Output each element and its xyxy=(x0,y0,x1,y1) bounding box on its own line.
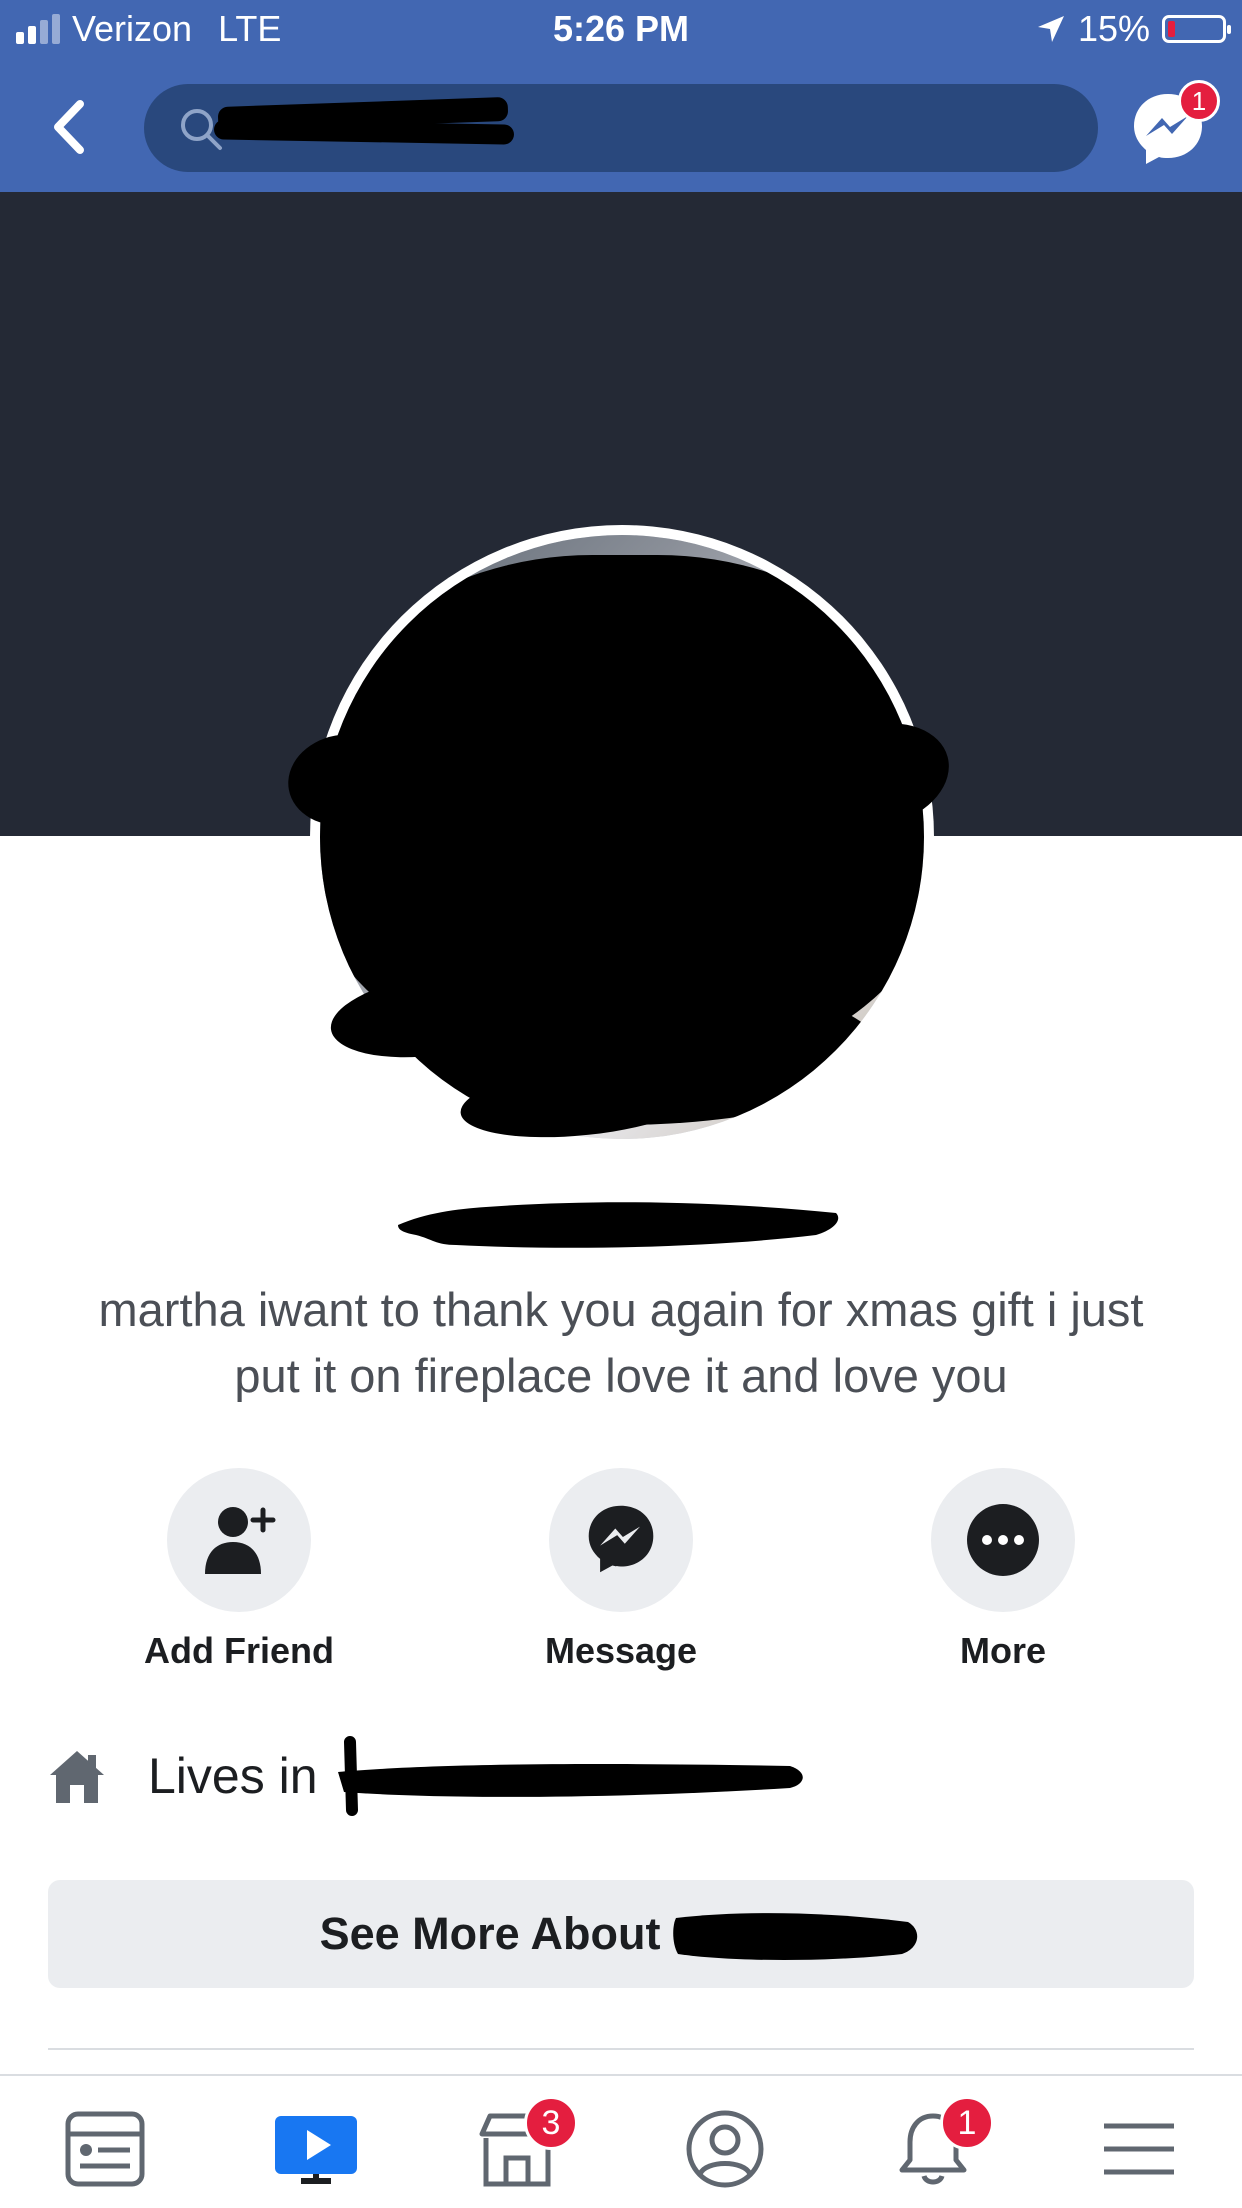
notifications-tab[interactable]: 1 xyxy=(888,2096,994,2194)
menu-icon[interactable] xyxy=(1094,2104,1184,2194)
home-icon xyxy=(50,1751,104,1803)
battery-icon xyxy=(1162,15,1231,43)
see-more-name-redaction xyxy=(673,1913,918,1960)
add-friend-circle[interactable] xyxy=(167,1468,311,1612)
bottom-tab-bar: 3 1 xyxy=(0,2074,1242,2208)
search-input[interactable] xyxy=(144,84,1098,172)
more-icon xyxy=(967,1504,1039,1576)
lives-in-row[interactable]: Lives in xyxy=(48,1736,810,1816)
location-arrow-icon xyxy=(1037,16,1064,42)
location-redaction xyxy=(337,1736,803,1816)
lives-in-label: Lives in xyxy=(148,1748,318,1804)
chevron-left-icon[interactable] xyxy=(40,92,100,162)
messenger-badge: 1 xyxy=(1178,80,1220,122)
status-bar: Verizon LTE 5:26 PM 15% xyxy=(0,0,1242,62)
status-right: 15% xyxy=(1036,8,1231,50)
section-divider xyxy=(48,2048,1194,2050)
watch-icon[interactable] xyxy=(266,2104,366,2194)
messenger-button[interactable]: 1 xyxy=(1128,80,1220,170)
message-circle[interactable] xyxy=(549,1468,693,1612)
battery-percent: 15% xyxy=(1077,8,1150,49)
more-button[interactable]: More xyxy=(873,1468,1133,1672)
more-label: More xyxy=(959,1630,1046,1671)
marketplace-tab[interactable]: 3 xyxy=(472,2096,578,2194)
profile-picture[interactable] xyxy=(281,525,961,1149)
news-feed-icon[interactable] xyxy=(60,2104,150,2194)
notifications-badge: 1 xyxy=(940,2096,994,2150)
add-friend-icon xyxy=(205,1507,276,1574)
profile-icon[interactable] xyxy=(680,2104,770,2194)
add-friend-button[interactable]: Add Friend xyxy=(109,1468,369,1672)
navigation-bar: 1 xyxy=(0,62,1242,192)
profile-bio: martha iwant to thank you again for xmas… xyxy=(98,1283,1144,1402)
search-redaction xyxy=(213,119,515,145)
messenger-icon xyxy=(588,1505,654,1573)
message-label: Message xyxy=(544,1630,698,1671)
message-button[interactable]: Message xyxy=(491,1468,751,1672)
see-more-about-label: See More About xyxy=(319,1908,661,1959)
marketplace-badge: 3 xyxy=(524,2096,578,2150)
add-friend-label: Add Friend xyxy=(144,1630,334,1671)
more-circle[interactable] xyxy=(931,1468,1075,1612)
see-more-about-button[interactable]: See More About xyxy=(48,1880,1194,1988)
profile-name-redaction xyxy=(398,1202,839,1248)
